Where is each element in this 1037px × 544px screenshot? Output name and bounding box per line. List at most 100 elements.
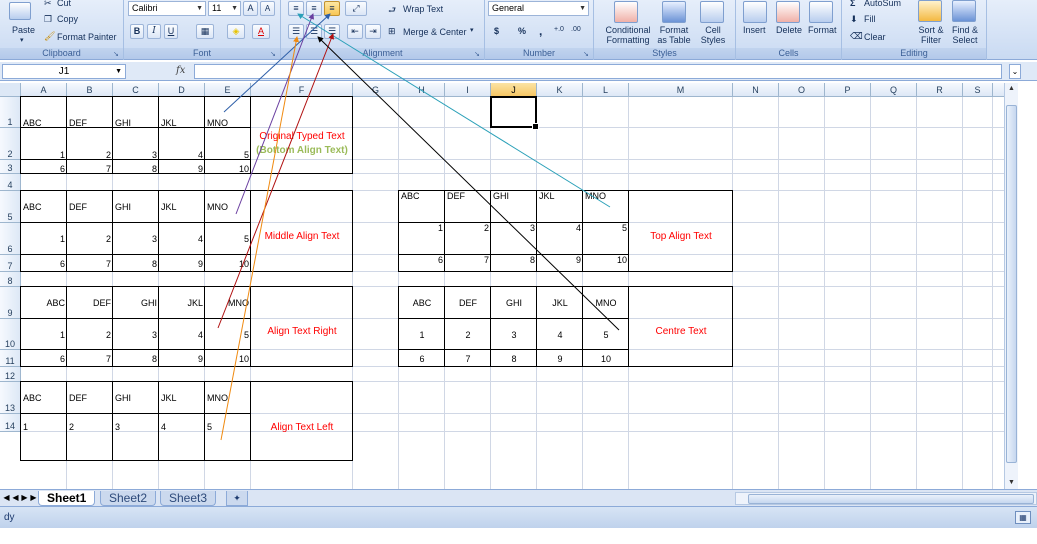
- orientation-button[interactable]: ⤢: [345, 1, 367, 16]
- format-painter-button[interactable]: Format Painter: [57, 32, 117, 42]
- cell-value[interactable]: 9: [159, 160, 205, 174]
- cell-value[interactable]: MNO: [205, 191, 251, 223]
- cell-value[interactable]: 4: [159, 319, 205, 350]
- formula-input[interactable]: [194, 64, 1002, 79]
- cell-value[interactable]: ABC: [21, 287, 67, 319]
- column-header-k[interactable]: K: [537, 83, 583, 97]
- cell-value[interactable]: MNO: [205, 97, 251, 128]
- font-size-combo[interactable]: 11 ▼: [208, 1, 241, 16]
- vertical-scroll-thumb[interactable]: [1006, 105, 1017, 463]
- cell-value[interactable]: 7: [445, 350, 491, 367]
- percent-button[interactable]: %: [518, 26, 526, 36]
- cut-button[interactable]: Cut: [57, 0, 71, 8]
- cell-value[interactable]: MNO: [583, 191, 629, 223]
- column-header-b[interactable]: B: [67, 83, 113, 97]
- cell-value[interactable]: JKL: [159, 97, 205, 128]
- cell-value[interactable]: 2: [67, 128, 113, 160]
- column-header-j[interactable]: J: [491, 83, 537, 97]
- cell-value[interactable]: 9: [537, 350, 583, 367]
- horizontal-scroll-thumb[interactable]: [748, 494, 1034, 504]
- cell-value[interactable]: 5: [205, 128, 251, 160]
- scroll-down-icon[interactable]: ▼: [1006, 478, 1017, 488]
- cell-value[interactable]: DEF: [67, 97, 113, 128]
- row-header-11[interactable]: 11: [0, 350, 21, 367]
- cell-value[interactable]: ABC: [21, 97, 67, 128]
- insert-function-button[interactable]: fx: [176, 65, 185, 76]
- font-color-button[interactable]: A: [252, 24, 270, 39]
- cell-value[interactable]: 6: [21, 350, 67, 367]
- cell-value[interactable]: 10: [205, 255, 251, 272]
- row-header-1[interactable]: 1: [0, 97, 21, 128]
- decrease-decimal-button[interactable]: .00: [571, 26, 581, 33]
- column-header-e[interactable]: E: [205, 83, 251, 97]
- column-header-s[interactable]: S: [963, 83, 993, 97]
- row-header-8[interactable]: 8: [0, 272, 21, 287]
- cell-value[interactable]: 6: [399, 350, 445, 367]
- row-header-14[interactable]: 14: [0, 414, 21, 432]
- wrap-text-button[interactable]: Wrap Text: [403, 4, 443, 14]
- first-sheet-icon[interactable]: ◀: [2, 492, 11, 504]
- insert-button[interactable]: Insert: [743, 25, 766, 35]
- alignment-launcher-icon[interactable]: ↘: [474, 51, 481, 58]
- row-header-13[interactable]: 13: [0, 382, 21, 414]
- cell-value[interactable]: 1: [399, 223, 445, 255]
- cell-value[interactable]: JKL: [537, 287, 583, 319]
- merge-center-button[interactable]: Merge & Center: [403, 27, 467, 37]
- column-header-l[interactable]: L: [583, 83, 629, 97]
- vertical-scrollbar[interactable]: ▲ ▼: [1004, 83, 1018, 489]
- grow-font-button[interactable]: A: [243, 1, 258, 16]
- row-header-10[interactable]: 10: [0, 319, 21, 350]
- cell-value[interactable]: 10: [205, 350, 251, 367]
- fill-color-button[interactable]: ◈: [227, 24, 245, 39]
- sort-filter-button[interactable]: Sort & Filter: [914, 25, 948, 45]
- cell-value[interactable]: ABC: [399, 191, 445, 223]
- borders-button[interactable]: ▦: [196, 24, 214, 39]
- column-header-n[interactable]: N: [733, 83, 779, 97]
- cell-value[interactable]: 6: [21, 160, 67, 174]
- cell-value[interactable]: 6: [399, 255, 445, 272]
- row-header-6[interactable]: 6: [0, 223, 21, 255]
- cell-value[interactable]: 4: [159, 128, 205, 160]
- column-header-a[interactable]: A: [21, 83, 67, 97]
- next-sheet-icon[interactable]: ▶: [20, 492, 29, 504]
- paste-dropdown-icon[interactable]: ▾: [20, 36, 24, 44]
- cell-value[interactable]: 3: [491, 319, 537, 350]
- cell-value[interactable]: DEF: [67, 287, 113, 319]
- delete-button[interactable]: Delete: [776, 25, 802, 35]
- cell-value[interactable]: 4: [537, 223, 583, 255]
- scroll-up-icon[interactable]: ▲: [1006, 84, 1017, 94]
- cell-value[interactable]: 10: [205, 160, 251, 174]
- cell-value[interactable]: 5: [583, 223, 629, 255]
- column-header-g[interactable]: G: [353, 83, 399, 97]
- cell-value[interactable]: 8: [113, 350, 159, 367]
- bold-button[interactable]: B: [130, 24, 144, 39]
- cell-value[interactable]: ABC: [399, 287, 445, 319]
- cell-value[interactable]: 8: [491, 350, 537, 367]
- number-launcher-icon[interactable]: ↘: [583, 51, 590, 58]
- font-name-combo[interactable]: Calibri ▼: [128, 1, 206, 16]
- cell-value[interactable]: GHI: [113, 191, 159, 223]
- cell-value[interactable]: 8: [491, 255, 537, 272]
- cell-value[interactable]: 7: [67, 350, 113, 367]
- cell-value[interactable]: 8: [113, 255, 159, 272]
- sheet-tab-sheet2[interactable]: Sheet2: [100, 491, 157, 506]
- select-all-button[interactable]: [0, 83, 21, 97]
- align-right-button[interactable]: ☰: [324, 24, 340, 39]
- find-select-button[interactable]: Find & Select: [948, 25, 982, 45]
- cell-value[interactable]: JKL: [159, 382, 205, 414]
- cell-value[interactable]: DEF: [445, 287, 491, 319]
- cell-value[interactable]: 1: [21, 128, 67, 160]
- comma-button[interactable]: ,: [539, 24, 542, 38]
- cell-value[interactable]: JKL: [537, 191, 583, 223]
- cell-value[interactable]: 3: [491, 223, 537, 255]
- increase-decimal-button[interactable]: +.0: [554, 26, 564, 33]
- cell-value[interactable]: GHI: [113, 382, 159, 414]
- cell-styles-button[interactable]: Cell Styles: [697, 25, 729, 45]
- column-header-o[interactable]: O: [779, 83, 825, 97]
- expand-formula-bar-icon[interactable]: ⌄: [1009, 64, 1021, 79]
- middle-align-button[interactable]: ≡: [306, 1, 322, 16]
- cell-value[interactable]: DEF: [67, 382, 113, 414]
- cell-value[interactable]: 9: [537, 255, 583, 272]
- row-header-12[interactable]: 12: [0, 367, 21, 382]
- paste-icon[interactable]: [9, 2, 31, 20]
